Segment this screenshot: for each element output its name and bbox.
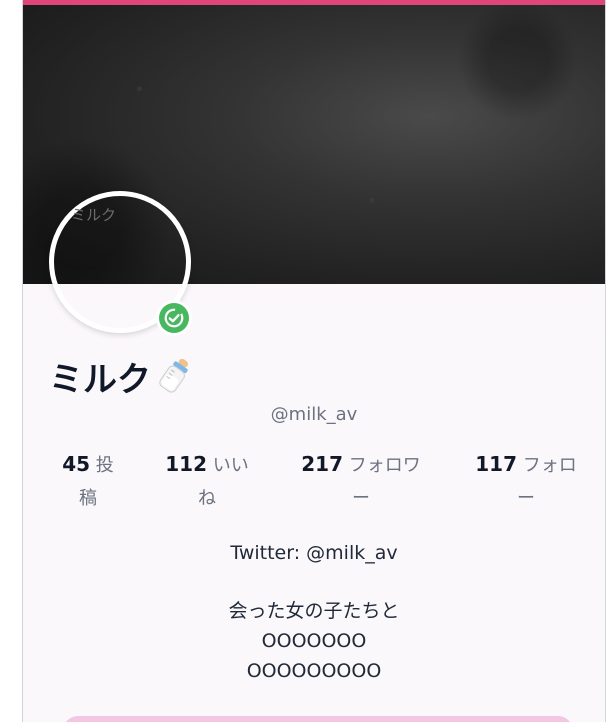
bio-line: Twitter: @milk_av bbox=[230, 542, 398, 564]
avatar-alt-text: ミルク bbox=[71, 206, 117, 224]
stat-posts-value: 45 bbox=[62, 452, 91, 476]
bio-line: 会った女の子たちと bbox=[228, 600, 400, 622]
stat-following-value: 117 bbox=[475, 452, 517, 476]
stat-likes-value: 112 bbox=[165, 452, 207, 476]
baby-bottle-icon bbox=[157, 355, 193, 399]
stat-posts-label-cont: 稿 bbox=[79, 488, 97, 509]
stat-followers-value: 217 bbox=[301, 452, 343, 476]
stat-followers[interactable]: 217 フォロワ ー bbox=[283, 448, 439, 515]
action-button[interactable] bbox=[63, 716, 573, 722]
stat-followers-label-cont: ー bbox=[352, 488, 370, 509]
profile-card: ミルク ミルク @milk_av 45 投 稿 112 いい ね 217 フォロ… bbox=[22, 0, 606, 722]
stat-likes-label: いい bbox=[212, 455, 249, 476]
stat-following[interactable]: 117 フォロ ー bbox=[463, 448, 589, 515]
stat-followers-label: フォロワ bbox=[348, 455, 421, 476]
stat-following-label-cont: ー bbox=[517, 488, 535, 509]
stat-likes-label-cont: ね bbox=[198, 488, 216, 509]
display-name: ミルク bbox=[49, 360, 151, 400]
stat-following-label: フォロ bbox=[522, 455, 577, 476]
profile-bio: Twitter: @milk_av 会った女の子たちと OOOOOOO OOOO… bbox=[23, 538, 605, 686]
verified-badge bbox=[156, 300, 192, 336]
stat-posts[interactable]: 45 投 稿 bbox=[45, 448, 131, 515]
check-circle-icon bbox=[159, 303, 189, 333]
bio-line: OOOOOOO bbox=[261, 630, 367, 652]
stat-posts-label: 投 bbox=[95, 455, 114, 476]
bio-line: OOOOOOOOO bbox=[246, 660, 382, 682]
name-row: ミルク bbox=[49, 352, 193, 401]
stats-row: 45 投 稿 112 いい ね 217 フォロワ ー 117 フォロ ー bbox=[23, 448, 605, 518]
profile-handle: @milk_av bbox=[270, 404, 358, 425]
stat-likes[interactable]: 112 いい ね bbox=[153, 448, 261, 515]
